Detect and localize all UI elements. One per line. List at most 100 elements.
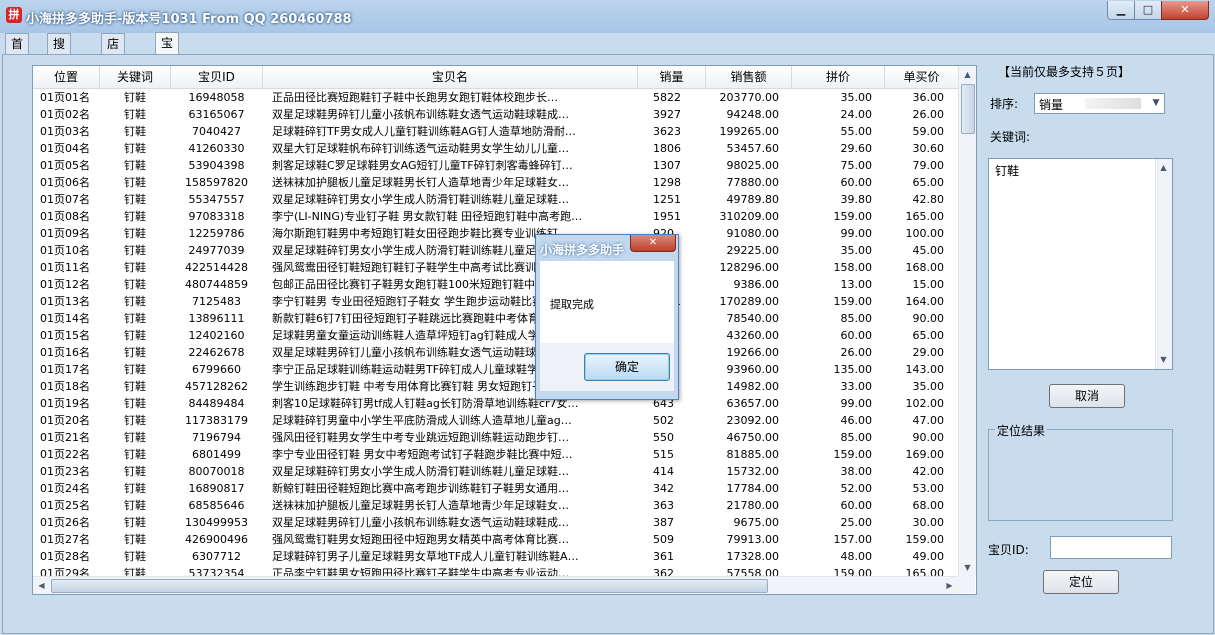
cell-keyword: 钉鞋 bbox=[124, 448, 146, 461]
scroll-right-icon[interactable]: ▶ bbox=[942, 578, 957, 593]
column-header-group-price[interactable]: 拼价 bbox=[792, 66, 885, 88]
table-row[interactable]: 01页25名 钉鞋 68585646 送袜袜加护腿板儿童足球鞋男长钉人造草地青少年足球… bbox=[33, 497, 958, 514]
cell-group-price: 135.00 bbox=[833, 363, 873, 376]
cell-group-price: 55.00 bbox=[840, 125, 873, 138]
locate-button[interactable]: 定位 bbox=[1043, 570, 1119, 594]
table-row[interactable]: 01页28名 钉鞋 6307712 足球鞋碎钉男子儿童足球鞋男女草地TF成人儿童钉鞋训… bbox=[33, 548, 958, 565]
scroll-left-icon[interactable]: ◀ bbox=[34, 578, 49, 593]
table-row[interactable]: 01页27名 钉鞋 426900496 强风鸳鸯钉鞋男女短跑田径中短跑男女精英中高考体… bbox=[33, 531, 958, 548]
cell-sales: 515 bbox=[653, 448, 674, 461]
maximize-button[interactable]: □ bbox=[1134, 1, 1162, 20]
horizontal-scroll-thumb[interactable] bbox=[51, 579, 768, 593]
table-row[interactable]: 01页26名 钉鞋 130499953 双星足球鞋男碎钉儿童小孩帆布训练鞋女透气运动鞋… bbox=[33, 514, 958, 531]
cell-single-price: 102.00 bbox=[905, 397, 945, 410]
cell-sales: 5822 bbox=[653, 91, 681, 104]
table-row[interactable]: 01页13名 钉鞋 7125483 李宁钉鞋男 专业田径短跑钉子鞋女 学生跑步运动鞋比… bbox=[33, 293, 958, 310]
table-row[interactable]: 01页01名 钉鞋 16948058 正品田径比赛短跑鞋钉子鞋中长跑男女跑钉鞋体校跑步… bbox=[33, 89, 958, 106]
window-title: 小海拼多多助手-版本号1031 From QQ 260460788 bbox=[26, 12, 352, 27]
table-row[interactable]: 01页08名 钉鞋 97083318 李宁(LI-NING)专业钉子鞋 男女款钉鞋 田… bbox=[33, 208, 958, 225]
cell-position: 01页13名 bbox=[40, 295, 90, 308]
scroll-down-icon[interactable]: ▼ bbox=[960, 560, 975, 575]
table-row[interactable]: 01页15名 钉鞋 12402160 足球鞋男童女童运动训练鞋人造草坪短钉ag钉鞋成人… bbox=[33, 327, 958, 344]
cell-item-name: 刺客足球鞋C罗足球鞋男女AG短钉儿童TF碎钉刺客毒蜂碎钉… bbox=[272, 159, 573, 172]
item-id-input[interactable] bbox=[1050, 536, 1172, 559]
table-row[interactable]: 01页17名 钉鞋 6799660 李宁正品足球鞋训练鞋运动鞋男TF碎钉成人儿童球鞋学… bbox=[33, 361, 958, 378]
keyword-textarea[interactable]: 钉鞋 ▲ ▼ bbox=[988, 158, 1173, 370]
table-row[interactable]: 01页20名 钉鞋 117383179 足球鞋碎钉男童中小学生平底防滑成人训练人造草地… bbox=[33, 412, 958, 429]
table-row[interactable]: 01页23名 钉鞋 80070018 双星足球鞋碎钉男女小学生成人防滑钉鞋训练鞋儿童足… bbox=[33, 463, 958, 480]
cell-item-id: 7040427 bbox=[192, 125, 241, 138]
close-button[interactable]: ✕ bbox=[1161, 1, 1209, 20]
table-row[interactable]: 01页03名 钉鞋 7040427 足球鞋碎钉TF男女成人儿童钉鞋训练鞋AG钉人造草地… bbox=[33, 123, 958, 140]
table-row[interactable]: 01页10名 钉鞋 24977039 双星足球鞋碎钉男女小学生成人防滑钉鞋训练鞋儿童足… bbox=[33, 242, 958, 259]
cell-item-name: 强风田径钉鞋男女学生中考专业跳远短跑训练鞋运动跑步钉… bbox=[272, 431, 569, 444]
horizontal-scrollbar[interactable]: ◀ ▶ bbox=[33, 576, 958, 594]
cell-group-price: 60.00 bbox=[840, 176, 873, 189]
cell-revenue: 77880.00 bbox=[726, 176, 780, 189]
column-header-revenue[interactable]: 销售额 bbox=[706, 66, 792, 88]
table-row[interactable]: 01页14名 钉鞋 13896111 新款钉鞋6钉7钉田径短跑钉子鞋跳远比赛跑鞋中考体… bbox=[33, 310, 958, 327]
tab-item-ranking[interactable]: 宝贝排名 bbox=[155, 32, 180, 110]
table-row[interactable]: 01页22名 钉鞋 6801499 李宁专业田径钉鞋 男女中考短跑考试钉子鞋跑步鞋比赛… bbox=[33, 446, 958, 463]
table-row[interactable]: 01页06名 钉鞋 158597820 送袜袜加护腿板儿童足球鞋男长钉人造草地青少年足… bbox=[33, 174, 958, 191]
table-row[interactable]: 01页02名 钉鞋 63165067 双星足球鞋男碎钉儿童小孩帆布训练鞋女透气运动鞋球… bbox=[33, 106, 958, 123]
scroll-up-icon[interactable]: ▲ bbox=[1156, 160, 1171, 175]
table-row[interactable]: 01页12名 钉鞋 480744859 包邮正品田径比赛钉子鞋男女跑钉鞋100米短跑钉… bbox=[33, 276, 958, 293]
cell-revenue: 170289.00 bbox=[719, 295, 780, 308]
table-row[interactable]: 01页18名 钉鞋 457128262 学生训练跑步钉鞋 中考专用体育比赛钉鞋 男女短… bbox=[33, 378, 958, 395]
cell-revenue: 46750.00 bbox=[726, 431, 780, 444]
table-row[interactable]: 01页16名 钉鞋 22462678 双星足球鞋男碎钉儿童小孩帆布训练鞋女透气运动鞋球… bbox=[33, 344, 958, 361]
cell-sales: 1951 bbox=[653, 210, 681, 223]
tab-home[interactable]: 首页 bbox=[5, 33, 30, 71]
vertical-scroll-thumb[interactable] bbox=[961, 84, 975, 134]
table-row[interactable]: 01页19名 钉鞋 84489484 刺客10足球鞋碎钉男tf成人钉鞋ag长钉防滑草地… bbox=[33, 395, 958, 412]
table-row[interactable]: 01页11名 钉鞋 422514428 强风鸳鸯田径钉鞋短跑钉鞋钉子鞋学生中高考试比赛… bbox=[33, 259, 958, 276]
table-row[interactable]: 01页24名 钉鞋 16890817 新鲸钉鞋田径鞋短跑比赛中高考跑步训练鞋钉子鞋男女… bbox=[33, 480, 958, 497]
scroll-down-icon[interactable]: ▼ bbox=[1156, 352, 1171, 367]
cell-item-name: 双星足球鞋男碎钉儿童小孩帆布训练鞋女透气运动鞋球鞋成… bbox=[272, 108, 569, 121]
cell-position: 01页21名 bbox=[40, 431, 90, 444]
tab-shop-analysis[interactable]: 店铺分析 bbox=[101, 33, 126, 111]
scroll-up-icon[interactable]: ▲ bbox=[960, 67, 975, 82]
cell-item-id: 6307712 bbox=[192, 550, 241, 563]
table-row[interactable]: 01页04名 钉鞋 41260330 双星大钉足球鞋帆布碎钉训练透气运动鞋男女学生幼儿… bbox=[33, 140, 958, 157]
cell-keyword: 钉鞋 bbox=[124, 278, 146, 291]
dialog-close-button[interactable]: ✕ bbox=[630, 235, 676, 252]
cell-item-id: 117383179 bbox=[185, 414, 248, 427]
keyword-scrollbar[interactable]: ▲ ▼ bbox=[1155, 159, 1172, 369]
cell-item-name: 李宁专业田径钉鞋 男女中考短跑考试钉子鞋跑步鞋比赛中短… bbox=[272, 448, 573, 461]
column-header-keyword[interactable]: 关键词 bbox=[100, 66, 171, 88]
column-header-single-price[interactable]: 单买价 bbox=[885, 66, 958, 88]
table-row[interactable]: 01页29名 钉鞋 53732354 正品李宁钉鞋男女短跑田径比赛钉子鞋学生中高考专业… bbox=[33, 565, 958, 576]
cell-item-id: 53904398 bbox=[188, 159, 245, 172]
column-header-item-name[interactable]: 宝贝名 bbox=[263, 66, 638, 88]
column-header-item-id[interactable]: 宝贝ID bbox=[171, 66, 263, 88]
vertical-scrollbar[interactable]: ▲ ▼ bbox=[958, 66, 976, 576]
cancel-button[interactable]: 取消 bbox=[1049, 384, 1125, 408]
cell-group-price: 60.00 bbox=[840, 329, 873, 342]
cell-single-price: 36.00 bbox=[912, 91, 945, 104]
cell-single-price: 79.00 bbox=[912, 159, 945, 172]
minimize-button[interactable]: ▁ bbox=[1107, 1, 1135, 20]
cell-revenue: 49789.80 bbox=[726, 193, 780, 206]
cell-item-name: 双星足球鞋碎钉男女小学生成人防滑钉鞋训练鞋儿童足球鞋… bbox=[272, 465, 569, 478]
tab-search-terms[interactable]: 搜索词 bbox=[47, 33, 72, 91]
chevron-down-icon[interactable]: ▼ bbox=[1148, 94, 1164, 113]
cell-group-price: 157.00 bbox=[833, 533, 873, 546]
table-body: 01页01名 钉鞋 16948058 正品田径比赛短跑鞋钉子鞋中长跑男女跑钉鞋体校跑步… bbox=[33, 89, 958, 576]
sort-select[interactable]: 销量 ▼ bbox=[1034, 93, 1165, 114]
cell-keyword: 钉鞋 bbox=[124, 193, 146, 206]
table-row[interactable]: 01页09名 钉鞋 12259786 海尔斯跑钉鞋男中考短跑钉鞋女田径跑步鞋比赛专业训… bbox=[33, 225, 958, 242]
cell-revenue: 93960.00 bbox=[726, 363, 780, 376]
cell-revenue: 91080.00 bbox=[726, 227, 780, 240]
table-row[interactable]: 01页21名 钉鞋 7196794 强风田径钉鞋男女学生中考专业跳远短跑训练鞋运动跑步… bbox=[33, 429, 958, 446]
cell-sales: 1251 bbox=[653, 193, 681, 206]
table-row[interactable]: 01页07名 钉鞋 55347557 双星足球鞋碎钉男女小学生成人防滑钉鞋训练鞋儿童足… bbox=[33, 191, 958, 208]
cell-position: 01页06名 bbox=[40, 176, 90, 189]
table-row[interactable]: 01页05名 钉鞋 53904398 刺客足球鞋C罗足球鞋男女AG短钉儿童TF碎钉刺客… bbox=[33, 157, 958, 174]
dialog-ok-button[interactable]: 确定 bbox=[584, 353, 670, 381]
column-header-position[interactable]: 位置 bbox=[33, 66, 100, 88]
cell-group-price: 159.00 bbox=[833, 448, 873, 461]
column-header-sales[interactable]: 销量 bbox=[638, 66, 706, 88]
locate-result-label: 定位结果 bbox=[995, 422, 1048, 439]
